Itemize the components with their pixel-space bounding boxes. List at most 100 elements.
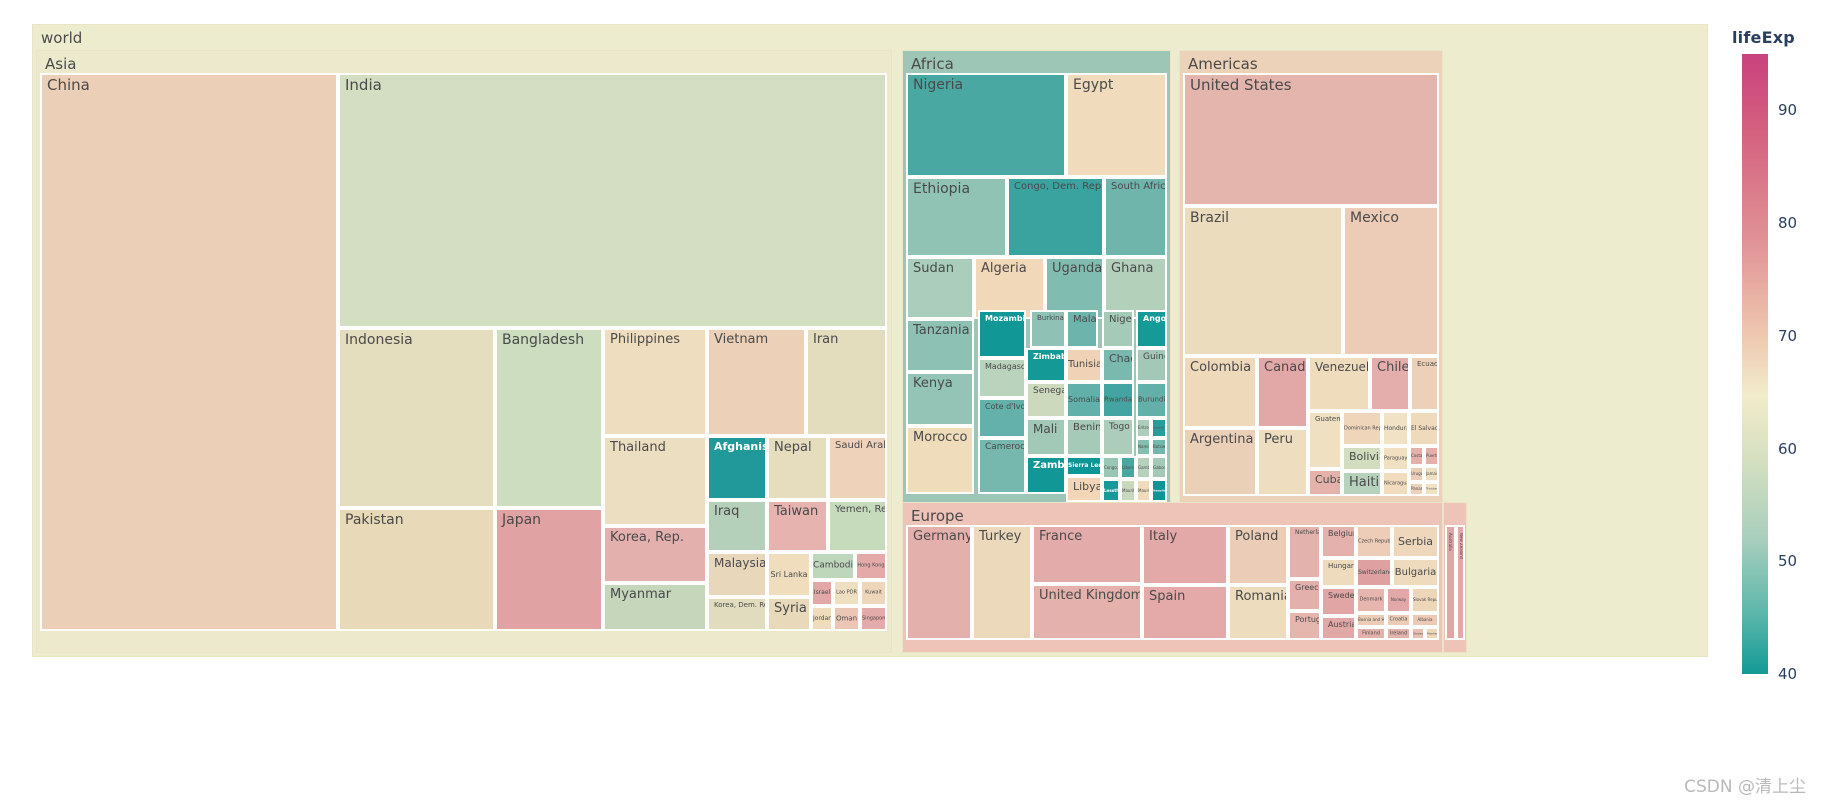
treemap-cell[interactable]: Cote d'Ivoire <box>978 398 1026 438</box>
treemap-cell[interactable]: Taiwan <box>767 500 828 552</box>
treemap-cell[interactable]: Montenegro <box>1425 627 1439 640</box>
treemap-cell[interactable]: United Kingdom <box>1032 584 1142 640</box>
treemap-cell[interactable]: Ethiopia <box>906 177 1007 257</box>
treemap-cell[interactable]: Yemen, Rep. <box>828 500 887 552</box>
treemap-cell[interactable]: Puerto Rico <box>1424 446 1439 466</box>
treemap-cell[interactable]: Bangladesh <box>495 328 603 508</box>
treemap-cell[interactable]: Angola <box>1136 310 1167 348</box>
treemap-cell[interactable]: Mauritius <box>1136 479 1151 502</box>
treemap-cell[interactable]: Iran <box>806 328 887 436</box>
treemap-cell[interactable]: Colombia <box>1183 356 1257 428</box>
treemap-cell[interactable]: Paraguay <box>1382 446 1409 471</box>
treemap-cell[interactable]: Serbia <box>1392 525 1439 558</box>
treemap-cell[interactable]: Saudi Arabia <box>828 436 887 500</box>
treemap-cell[interactable]: Mozambique <box>978 310 1026 358</box>
treemap-cell[interactable]: Burundi <box>1136 382 1167 418</box>
treemap-cell[interactable]: Cambodia <box>811 552 855 580</box>
treemap-cell[interactable]: Bosnia and Herz. <box>1356 613 1386 627</box>
treemap-cell[interactable]: Sudan <box>906 257 974 319</box>
treemap-cell[interactable]: Zambia <box>1026 456 1066 494</box>
treemap-cell[interactable]: Czech Republic <box>1356 525 1392 558</box>
treemap-cell[interactable]: Afghanistan <box>707 436 767 500</box>
treemap-cell[interactable]: Australia <box>1445 525 1456 640</box>
treemap-cell[interactable]: Switzerland <box>1356 558 1392 587</box>
treemap-cell[interactable]: Honduras <box>1382 411 1409 446</box>
treemap-cell[interactable]: Botswana <box>1151 438 1167 456</box>
treemap-cell[interactable]: Norway <box>1386 587 1411 613</box>
treemap-cell[interactable]: Congo, Rep. <box>1102 456 1120 479</box>
treemap-cell[interactable]: Mexico <box>1343 206 1439 356</box>
treemap-cell[interactable]: Nicaragua <box>1382 471 1409 496</box>
treemap-cell[interactable]: Romania <box>1228 585 1288 640</box>
treemap-cell[interactable]: Sri Lanka <box>767 552 811 597</box>
treemap-cell[interactable]: Vietnam <box>707 328 806 436</box>
treemap-cell[interactable]: Sierra Leone <box>1066 456 1102 476</box>
treemap-cell[interactable]: Bolivia <box>1342 446 1382 471</box>
treemap-cell[interactable]: Guinea <box>1136 348 1167 382</box>
treemap-cell[interactable]: Madagascar <box>978 358 1026 398</box>
treemap-cell[interactable]: Burkina Faso <box>1030 310 1066 348</box>
treemap-cell[interactable]: Austria <box>1321 616 1356 640</box>
treemap-cell[interactable]: Portugal <box>1288 611 1321 640</box>
treemap-cell[interactable]: Ireland <box>1386 627 1411 640</box>
treemap-cell[interactable]: Lao PDR <box>833 580 860 606</box>
treemap-cell[interactable]: Tanzania <box>906 319 974 372</box>
treemap-cell[interactable]: Morocco <box>906 426 974 494</box>
treemap-cell[interactable]: Croatia <box>1386 613 1411 627</box>
treemap-cell[interactable]: Iraq <box>707 500 767 552</box>
treemap-cell[interactable]: Nepal <box>767 436 828 500</box>
treemap-cell[interactable]: Bulgaria <box>1392 558 1439 587</box>
treemap-cell[interactable]: Belgium <box>1321 525 1356 558</box>
treemap-cell[interactable]: Namibia <box>1136 438 1151 456</box>
treemap-cell[interactable]: Central African Rep. <box>1151 418 1167 438</box>
treemap-cell[interactable]: Slovenia <box>1411 627 1425 640</box>
treemap-cell[interactable]: China <box>40 73 338 631</box>
treemap-cell[interactable]: Eritrea <box>1136 418 1151 438</box>
treemap-cell[interactable]: South Africa <box>1104 177 1167 257</box>
treemap-cell[interactable]: Jamaica <box>1424 466 1439 482</box>
treemap-cell[interactable]: Tunisia <box>1066 348 1102 382</box>
treemap-cell[interactable]: Lesotho <box>1102 479 1120 502</box>
treemap-cell[interactable]: Finland <box>1356 627 1386 640</box>
treemap-cell[interactable]: Chile <box>1370 356 1410 411</box>
treemap-cell[interactable]: Argentina <box>1183 428 1257 496</box>
treemap-cell[interactable]: Hungary <box>1321 558 1356 587</box>
treemap-cell[interactable]: Cameroon <box>978 438 1026 494</box>
treemap-cell[interactable]: Haiti <box>1342 471 1382 496</box>
treemap-cell[interactable]: Turkey <box>972 525 1032 640</box>
treemap-cell[interactable]: Philippines <box>603 328 707 436</box>
treemap-cell[interactable]: Spain <box>1142 585 1228 640</box>
treemap-cell[interactable]: Kuwait <box>860 580 887 606</box>
treemap-cell[interactable]: Niger <box>1102 310 1134 348</box>
treemap-cell[interactable]: Nigeria <box>906 73 1066 177</box>
treemap-cell[interactable]: Trinidad and Tobago <box>1424 482 1439 496</box>
treemap-cell[interactable]: Gabon <box>1151 456 1167 479</box>
treemap-cell[interactable]: Singapore <box>860 606 887 631</box>
treemap-cell[interactable]: Kenya <box>906 372 974 426</box>
treemap-cell[interactable]: Korea, Dem. Rep. <box>707 597 767 631</box>
treemap-cell[interactable]: Italy <box>1142 525 1228 585</box>
treemap-cell[interactable]: Rwanda <box>1102 382 1134 418</box>
treemap-cell[interactable]: Korea, Rep. <box>603 526 707 583</box>
treemap-cell[interactable]: Syria <box>767 597 811 631</box>
treemap-cell[interactable]: Greece <box>1288 579 1321 611</box>
treemap-cell[interactable]: Pakistan <box>338 508 495 631</box>
treemap-cell[interactable]: Somalia <box>1066 382 1102 418</box>
treemap-cell[interactable]: Chad <box>1102 348 1134 382</box>
treemap-cell[interactable]: Togo <box>1102 418 1134 456</box>
treemap-cell[interactable]: Zimbabwe <box>1026 348 1066 382</box>
treemap-cell[interactable]: New Zealand <box>1456 525 1465 640</box>
treemap-cell[interactable]: El Salvador <box>1409 411 1439 446</box>
treemap-cell[interactable]: Hong Kong <box>855 552 887 580</box>
treemap-cell[interactable]: Albania <box>1411 613 1439 627</box>
treemap-cell[interactable]: Slovak Republic <box>1411 587 1439 613</box>
treemap-cell[interactable]: Swaziland <box>1151 479 1167 502</box>
treemap-cell[interactable]: Thailand <box>603 436 707 526</box>
treemap-cell[interactable]: Sweden <box>1321 587 1356 616</box>
treemap-cell[interactable]: Mali <box>1026 418 1066 456</box>
treemap-cell[interactable]: Gambia <box>1136 456 1151 479</box>
treemap-cell[interactable]: Oman <box>833 606 860 631</box>
treemap-cell[interactable]: Panama <box>1409 482 1424 496</box>
treemap-cell[interactable]: Mauritania <box>1120 479 1136 502</box>
treemap-cell[interactable]: Senegal <box>1026 382 1066 418</box>
